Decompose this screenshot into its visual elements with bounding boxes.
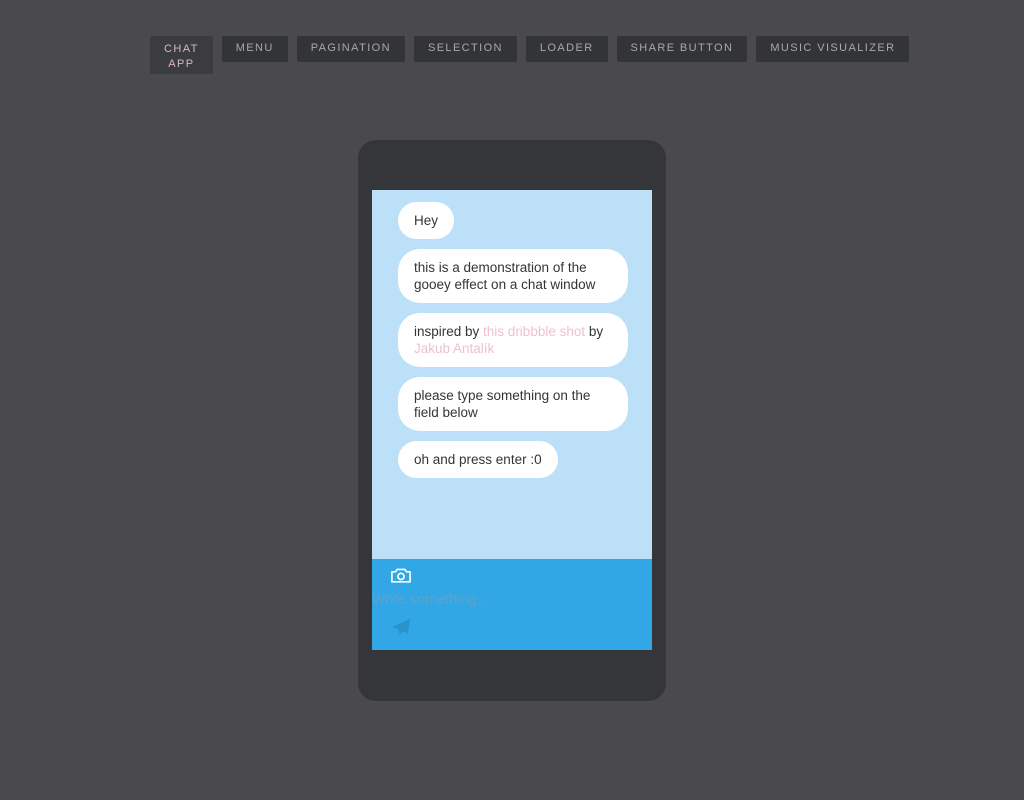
tab-chat-app[interactable]: CHAT APP — [150, 36, 213, 74]
chat-bubble: oh and press enter :0 — [398, 441, 558, 478]
chat-message-row: oh and press enter :0 — [398, 441, 638, 488]
chat-message-row: inspired by this dribbble shot by Jakub … — [398, 313, 638, 367]
chat-bubble-link[interactable]: Jakub Antalík — [414, 341, 494, 356]
chat-bubble: inspired by this dribbble shot by Jakub … — [398, 313, 628, 367]
camera-icon[interactable] — [390, 565, 412, 585]
chat-bubble: this is a demonstration of the gooey eff… — [398, 249, 628, 303]
tab-pagination[interactable]: PAGINATION — [296, 36, 405, 62]
chat-input-bar — [372, 559, 652, 650]
tab-music-visualizer[interactable]: MUSIC VISUALIZER — [756, 36, 910, 62]
chat-bubble-text: by — [585, 324, 604, 339]
chat-bubble-text: please type something on the field below — [414, 388, 591, 420]
tab-menu[interactable]: MENU — [221, 36, 288, 62]
chat-bubble-text: oh and press enter :0 — [414, 452, 542, 467]
chat-bubble-text: inspired by — [414, 324, 484, 339]
chat-bubble-text: Hey — [414, 213, 439, 228]
chat-message-list: Hey this is a demonstration of the gooey … — [372, 190, 652, 559]
chat-bubble-text: this is a demonstration of the gooey eff… — [414, 260, 596, 292]
chat-message-row: Hey — [398, 202, 638, 249]
send-paper-plane-icon[interactable] — [390, 617, 412, 637]
chat-bubble-link[interactable]: this dribbble shot — [483, 324, 585, 339]
phone-mockup: Hey this is a demonstration of the gooey … — [358, 140, 666, 701]
chat-message-row: please type something on the field below — [398, 377, 638, 431]
tab-share-button[interactable]: SHARE BUTTON — [616, 36, 748, 62]
tab-selection[interactable]: SELECTION — [413, 36, 517, 62]
chat-bubble: please type something on the field below — [398, 377, 628, 431]
chat-message-input[interactable] — [372, 585, 652, 615]
tab-loader[interactable]: LOADER — [525, 36, 608, 62]
phone-screen: Hey this is a demonstration of the gooey … — [372, 190, 652, 650]
chat-message-row: this is a demonstration of the gooey eff… — [398, 249, 638, 303]
chat-bubble: Hey — [398, 202, 455, 239]
demo-tab-bar: CHAT APP MENU PAGINATION SELECTION LOADER SHA… — [0, 0, 1024, 110]
